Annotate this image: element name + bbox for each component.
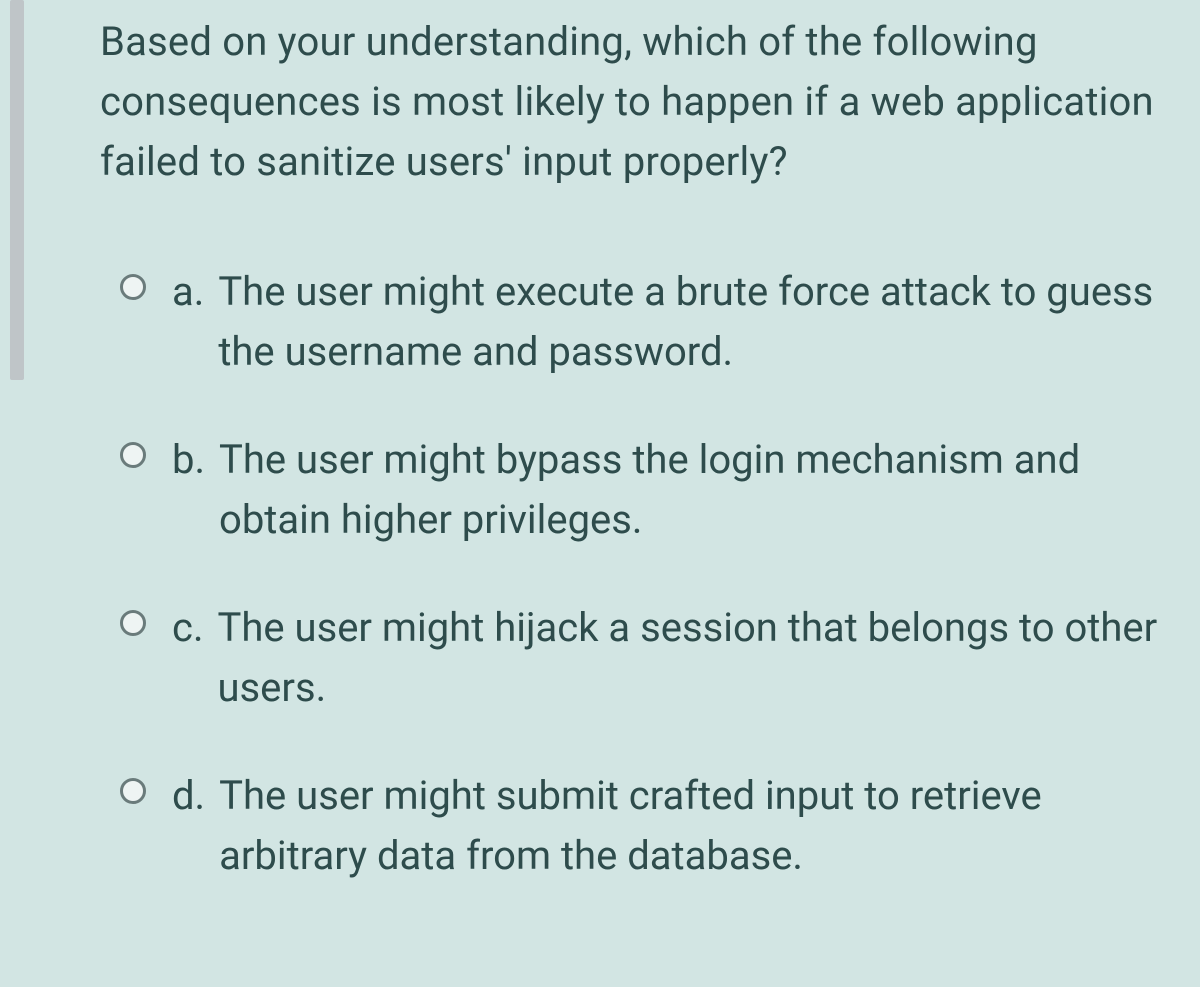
option-body: d. The user might submit crafted input t… — [172, 766, 1160, 886]
question-content: Based on your understanding, which of th… — [100, 12, 1160, 934]
option-letter: d. — [172, 766, 205, 826]
options-list: a. The user might execute a brute force … — [100, 262, 1160, 886]
option-a[interactable]: a. The user might execute a brute force … — [120, 262, 1160, 382]
left-accent-bar — [10, 0, 24, 380]
option-b[interactable]: b. The user might bypass the login mecha… — [120, 430, 1160, 550]
question-text: Based on your understanding, which of th… — [100, 12, 1160, 192]
option-c[interactable]: c. The user might hijack a session that … — [120, 598, 1160, 718]
radio-icon[interactable] — [120, 274, 146, 300]
radio-icon[interactable] — [120, 442, 146, 468]
option-text: The user might execute a brute force att… — [218, 262, 1160, 382]
radio-icon[interactable] — [120, 778, 146, 804]
option-d[interactable]: d. The user might submit crafted input t… — [120, 766, 1160, 886]
question-card: Based on your understanding, which of th… — [0, 0, 1200, 987]
option-body: c. The user might hijack a session that … — [172, 598, 1160, 718]
option-letter: b. — [172, 430, 205, 490]
option-letter: a. — [172, 262, 204, 322]
option-text: The user might submit crafted input to r… — [219, 766, 1160, 886]
option-text: The user might bypass the login mechanis… — [219, 430, 1160, 550]
option-text: The user might hijack a session that bel… — [217, 598, 1160, 718]
option-body: b. The user might bypass the login mecha… — [172, 430, 1160, 550]
radio-icon[interactable] — [120, 610, 146, 636]
option-body: a. The user might execute a brute force … — [172, 262, 1160, 382]
option-letter: c. — [172, 598, 203, 658]
